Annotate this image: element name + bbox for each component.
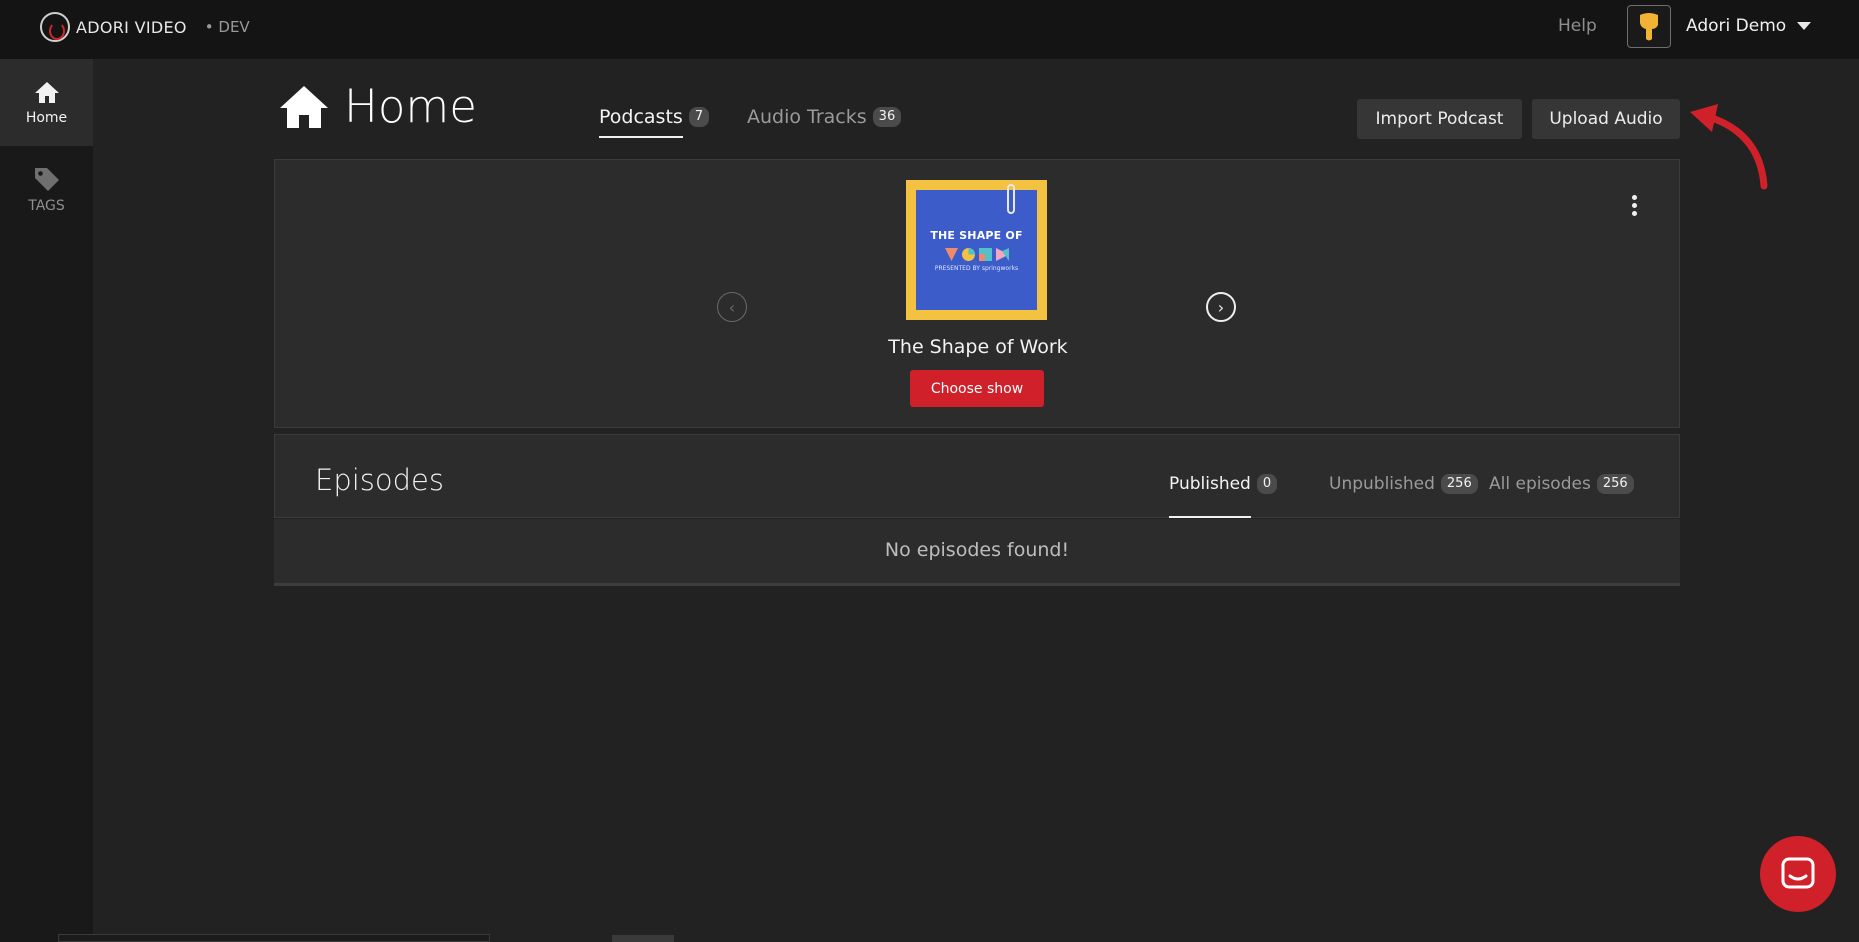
page-title: Home [344, 80, 477, 133]
sidebar-item-label: TAGS [28, 197, 65, 214]
podcast-carousel: ‹ THE SHAPE OF PRESENTED BY springworks … [274, 159, 1680, 428]
cover-shape-w [944, 247, 958, 261]
episodes-header: Episodes Published 0 Unpublished 256 All… [274, 434, 1680, 518]
environment-label: • DEV [204, 18, 250, 36]
tab-published[interactable]: Published 0 [1169, 474, 1278, 494]
cover-subtitle: PRESENTED BY springworks [934, 264, 1019, 272]
sidebar-item-label: Home [25, 109, 68, 126]
sidebar-item-tags[interactable]: TAGS [0, 146, 93, 233]
brand[interactable]: ADORI VIDEO • DEV [40, 12, 250, 42]
cover-shapes [944, 247, 1009, 261]
page-header: Home [278, 80, 477, 133]
import-podcast-button[interactable]: Import Podcast [1357, 99, 1522, 139]
more-options-icon[interactable] [1632, 195, 1638, 219]
sidebar: Home TAGS [0, 59, 93, 942]
brand-name: ADORI VIDEO [76, 17, 187, 37]
chat-launcher-button[interactable] [1760, 836, 1836, 912]
tab-unpublished[interactable]: Unpublished 256 [1329, 474, 1478, 494]
count-badge: 256 [1440, 474, 1478, 494]
pointing-hand-icon [1640, 12, 1658, 40]
empty-state-message: No episodes found! [884, 539, 1070, 561]
podcast-name: The Shape of Work [888, 336, 1068, 358]
tab-label: Unpublished [1329, 474, 1435, 494]
tab-label: Published [1169, 474, 1251, 494]
count-badge: 7 [688, 107, 710, 127]
tab-label: Audio Tracks [747, 106, 867, 128]
paperclip-icon [1007, 184, 1015, 214]
episodes-title: Episodes [315, 463, 444, 497]
tag-icon [34, 167, 59, 191]
count-badge: 36 [872, 107, 902, 127]
active-tab-indicator [1169, 516, 1251, 518]
count-badge: 0 [1256, 474, 1278, 494]
podcast-cover[interactable]: THE SHAPE OF PRESENTED BY springworks [906, 180, 1047, 320]
choose-show-button[interactable]: Choose show [910, 370, 1044, 407]
sidebar-item-home[interactable]: Home [0, 59, 93, 146]
cover-shape-k [995, 247, 1009, 261]
tab-label: Podcasts [599, 106, 683, 128]
active-tab-indicator [599, 136, 683, 138]
tab-audio-tracks[interactable]: Audio Tracks 36 [747, 106, 902, 128]
top-bar: ADORI VIDEO • DEV Help Adori Demo [0, 0, 1859, 59]
help-link[interactable]: Help [1558, 16, 1597, 36]
upload-audio-button[interactable]: Upload Audio [1532, 99, 1680, 139]
tab-label: All episodes [1489, 474, 1591, 494]
cover-shape-o [961, 247, 975, 261]
tab-all-episodes[interactable]: All episodes 256 [1489, 474, 1634, 494]
count-badge: 256 [1596, 474, 1634, 494]
episodes-list: No episodes found! [274, 519, 1680, 586]
horizontal-scrollbar[interactable] [58, 934, 490, 942]
chat-icon [1781, 857, 1815, 889]
avatar[interactable] [1627, 5, 1671, 48]
home-icon [280, 85, 328, 128]
chevron-right-icon[interactable]: › [1206, 292, 1236, 322]
tab-podcasts[interactable]: Podcasts 7 [599, 106, 710, 128]
adori-logo-icon [40, 12, 70, 42]
cover-artwork: THE SHAPE OF PRESENTED BY springworks [916, 184, 1037, 310]
user-name[interactable]: Adori Demo [1686, 16, 1786, 36]
chevron-left-icon[interactable]: ‹ [717, 292, 747, 322]
curved-arrow-annotation-icon [1690, 104, 1768, 190]
cover-shape-r [978, 247, 992, 261]
cover-title: THE SHAPE OF [930, 228, 1023, 242]
scrollbar-thumb[interactable] [612, 935, 674, 942]
home-icon [34, 81, 59, 103]
chevron-down-icon[interactable] [1797, 22, 1811, 30]
